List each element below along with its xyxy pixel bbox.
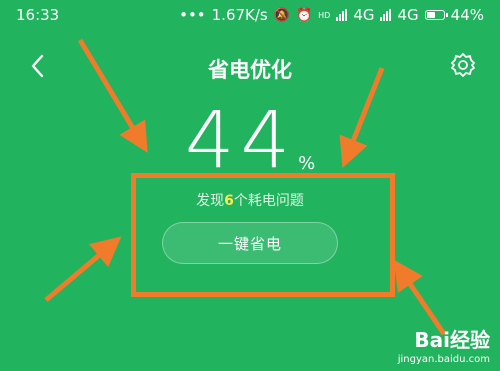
watermark-url: jingyan.baidu.com xyxy=(397,354,490,365)
annotation-arrows xyxy=(44,38,447,336)
arrow-bottom-left xyxy=(44,236,122,302)
arrow-top-right xyxy=(339,67,385,168)
watermark-logo: Bai经验 xyxy=(398,324,490,353)
arrow-top-left xyxy=(77,38,148,153)
watermark: Bai经验 jingyan.baidu.com xyxy=(398,324,490,365)
watermark-logo-text: Bai经验 xyxy=(414,328,490,352)
